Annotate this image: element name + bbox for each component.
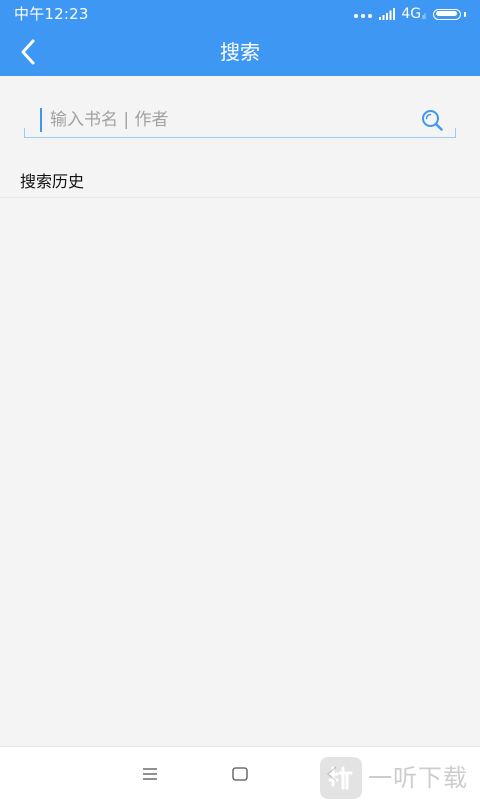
search-icon (422, 110, 443, 131)
watermark-text: 一听下载 (368, 764, 468, 792)
search-history-section: 搜索历史 (0, 160, 480, 198)
home-icon[interactable] (232, 767, 248, 781)
search-button[interactable] (420, 108, 444, 132)
status-icons: 4G ıl (354, 5, 466, 23)
search-input[interactable] (46, 106, 414, 134)
header-bar: 搜索 (0, 28, 480, 76)
battery-icon (433, 8, 461, 20)
signal-icon (379, 8, 396, 20)
watermark: 一听下载 (320, 756, 468, 800)
dots-icon (354, 14, 373, 18)
watermark-logo (320, 757, 362, 799)
watermark-logo-icon (328, 766, 353, 790)
back-button[interactable] (12, 36, 44, 68)
page-title: 搜索 (220, 40, 260, 64)
text-cursor (40, 108, 42, 132)
network-type: 4G (401, 6, 422, 22)
network-activity: ıl (422, 12, 426, 21)
chevron-left-icon (21, 39, 35, 65)
status-bar: 中午12:23 4G ıl (0, 0, 480, 28)
search-history-title: 搜索历史 (20, 172, 85, 191)
menu-icon[interactable] (142, 767, 158, 781)
battery-tip (464, 11, 466, 17)
status-time: 中午12:23 (14, 5, 89, 23)
search-bar (24, 102, 456, 138)
